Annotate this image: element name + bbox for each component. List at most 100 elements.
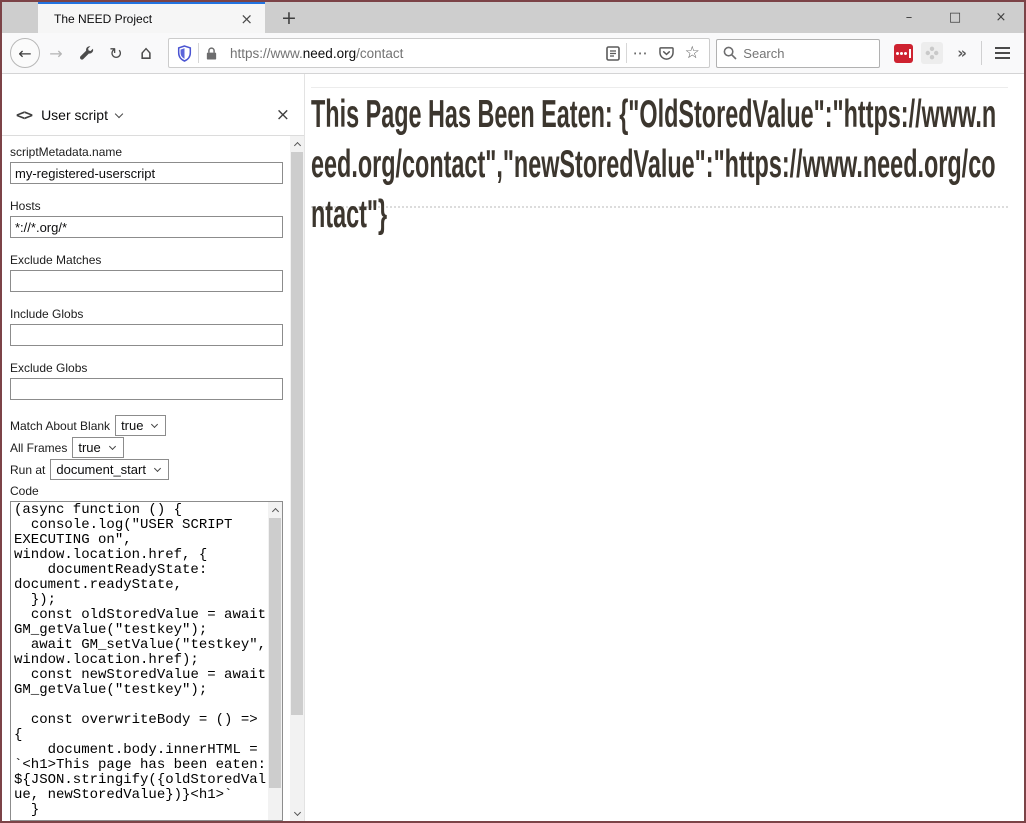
- run-at-select[interactable]: document_start: [50, 459, 169, 480]
- include-globs-input[interactable]: [10, 324, 283, 346]
- run-at-label: Run at: [10, 463, 45, 477]
- run-at-row: Run at document_start: [10, 459, 283, 480]
- tab-title: The NEED Project: [54, 12, 236, 26]
- sidebar-title: User script: [41, 107, 108, 123]
- lock-icon[interactable]: [205, 46, 218, 61]
- chevron-down-icon: [154, 464, 161, 471]
- code-textarea[interactable]: (async function () { console.log("USER S…: [11, 502, 268, 820]
- close-button[interactable]: ×: [978, 2, 1024, 33]
- sidebar-user-script-panel: <> User script × scriptMetadata.name Hos…: [2, 74, 305, 821]
- browser-window: The NEED Project × + – □ × ← → ↻ ⌂ https…: [0, 0, 1026, 823]
- scroll-up-icon[interactable]: [290, 136, 304, 151]
- pocket-icon: [659, 46, 674, 60]
- field-label-exclude-matches: Exclude Matches: [10, 253, 283, 267]
- url-path: /contact: [356, 46, 403, 61]
- maximize-button[interactable]: □: [932, 2, 978, 33]
- exclude-matches-input[interactable]: [10, 270, 283, 292]
- page-actions-button[interactable]: ⋯: [627, 40, 653, 66]
- wrench-icon: [78, 45, 94, 61]
- overflow-chevron-icon: »: [957, 44, 967, 62]
- menu-bar: [995, 57, 1010, 59]
- dot: [904, 52, 907, 55]
- forward-icon: →: [49, 44, 62, 63]
- bar: [909, 49, 911, 58]
- back-button[interactable]: ←: [10, 38, 40, 68]
- scroll-up-icon[interactable]: [268, 502, 282, 517]
- code-editor: (async function () { console.log("USER S…: [10, 501, 283, 821]
- match-about-blank-row: Match About Blank true: [10, 415, 283, 436]
- page-actions-icon: ⋯: [633, 44, 648, 62]
- page-heading: This Page Has Been Eaten: {"OldStoredVal…: [311, 90, 1005, 240]
- code-scrollbar[interactable]: [268, 502, 282, 820]
- overflow-menu-button[interactable]: »: [949, 44, 975, 62]
- url-domain: need.org: [303, 46, 356, 61]
- reader-mode-icon: [606, 46, 620, 61]
- site-identity[interactable]: [173, 43, 222, 63]
- forward-button[interactable]: →: [42, 39, 70, 67]
- browser-tab[interactable]: The NEED Project ×: [38, 2, 265, 33]
- chevron-down-icon: [109, 442, 116, 449]
- flower-icon: [925, 46, 939, 60]
- home-button[interactable]: ⌂: [132, 39, 160, 67]
- search-bar[interactable]: [716, 39, 880, 68]
- url-bar[interactable]: https://www.need.org/contact ⋯ ☆: [168, 38, 710, 68]
- chevron-down-icon: [151, 420, 158, 427]
- dot: [900, 52, 903, 55]
- navigation-toolbar: ← → ↻ ⌂ https://www.need.org/contact ⋯ ☆: [2, 33, 1024, 74]
- field-label-include-globs: Include Globs: [10, 307, 283, 321]
- app-menu-button[interactable]: [988, 39, 1016, 67]
- all-frames-row: All Frames true: [10, 437, 283, 458]
- run-at-value: document_start: [56, 462, 146, 477]
- dot: [896, 52, 899, 55]
- sidebar-dropdown-chevron-icon[interactable]: [115, 109, 123, 117]
- reader-mode-button[interactable]: [600, 40, 626, 66]
- back-icon: ←: [18, 44, 31, 63]
- password-manager-extension-icon[interactable]: [894, 44, 913, 63]
- match-about-blank-label: Match About Blank: [10, 419, 110, 433]
- field-label-hosts: Hosts: [10, 199, 283, 213]
- bookmark-button[interactable]: ☆: [679, 40, 705, 66]
- all-frames-value: true: [78, 440, 100, 455]
- all-frames-label: All Frames: [10, 441, 67, 455]
- sidebar-header: <> User script ×: [2, 74, 304, 136]
- minimize-button[interactable]: –: [886, 2, 932, 33]
- new-tab-button[interactable]: +: [274, 2, 304, 33]
- sidebar-scrollbar-thumb[interactable]: [291, 152, 303, 715]
- bookmark-star-icon: ☆: [685, 43, 700, 63]
- menu-bar: [995, 47, 1010, 49]
- code-scrollbar-thumb[interactable]: [269, 518, 281, 788]
- code-icon: <>: [16, 106, 32, 124]
- browser-content: <> User script × scriptMetadata.name Hos…: [2, 74, 1024, 821]
- tab-close-icon[interactable]: ×: [236, 10, 257, 28]
- toolbar-separator: [981, 41, 982, 65]
- tab-bar: The NEED Project × + – □ ×: [2, 2, 1024, 33]
- content-top-rule: [311, 87, 1008, 88]
- scroll-down-icon[interactable]: [290, 806, 304, 821]
- sidebar-scrollbar[interactable]: [290, 136, 304, 821]
- identity-separator: [198, 43, 199, 63]
- reload-button[interactable]: ↻: [102, 39, 130, 67]
- url-text[interactable]: https://www.need.org/contact: [230, 46, 600, 61]
- wrench-button[interactable]: [72, 39, 100, 67]
- match-about-blank-value: true: [121, 418, 143, 433]
- search-icon: [723, 46, 737, 60]
- all-frames-select[interactable]: true: [72, 437, 123, 458]
- pocket-button[interactable]: [653, 40, 679, 66]
- code-label: Code: [10, 484, 283, 498]
- field-label-exclude-globs: Exclude Globs: [10, 361, 283, 375]
- sidebar-close-icon[interactable]: ×: [276, 105, 290, 125]
- reload-icon: ↻: [109, 44, 122, 63]
- home-icon: ⌂: [140, 42, 152, 64]
- script-name-input[interactable]: [10, 162, 283, 184]
- page-content: This Page Has Been Eaten: {"OldStoredVal…: [305, 74, 1024, 821]
- search-input[interactable]: [743, 46, 843, 61]
- tracking-protection-shield-icon[interactable]: [177, 45, 192, 62]
- field-label-script-name: scriptMetadata.name: [10, 145, 283, 159]
- url-scheme: https://www.: [230, 46, 303, 61]
- hosts-input[interactable]: [10, 216, 283, 238]
- match-about-blank-select[interactable]: true: [115, 415, 166, 436]
- window-controls: – □ ×: [886, 2, 1024, 33]
- extension-icon-disabled[interactable]: [921, 42, 943, 64]
- exclude-globs-input[interactable]: [10, 378, 283, 400]
- menu-bar: [995, 52, 1010, 54]
